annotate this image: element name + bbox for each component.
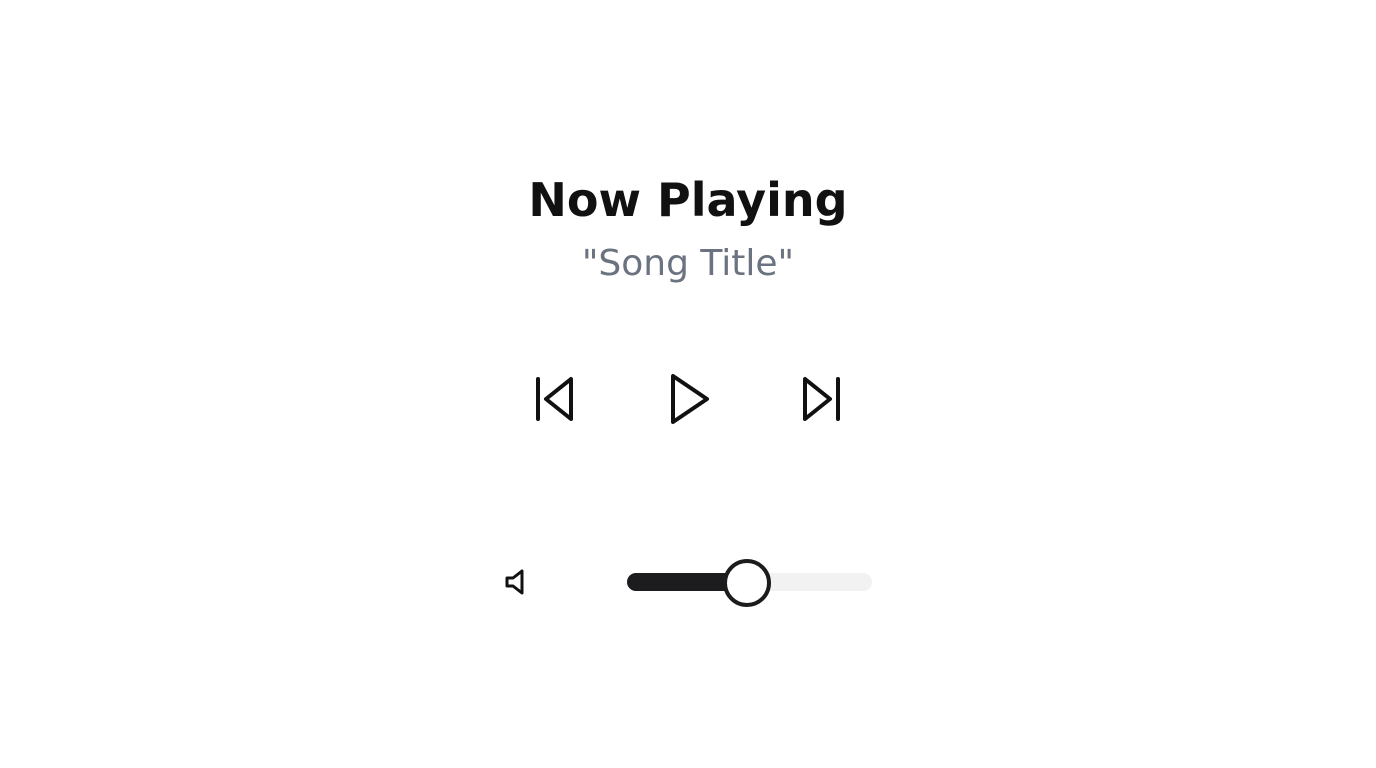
play-icon bbox=[671, 374, 709, 424]
volume-slider-thumb[interactable] bbox=[723, 559, 772, 607]
speaker-icon[interactable] bbox=[500, 566, 532, 598]
next-track-button[interactable] bbox=[795, 371, 851, 427]
skip-back-icon bbox=[536, 377, 573, 421]
skip-forward-icon bbox=[803, 377, 840, 421]
music-player: Now Playing "Song Title" bbox=[0, 0, 1376, 768]
play-button[interactable] bbox=[659, 371, 715, 427]
volume-slider[interactable] bbox=[627, 558, 872, 607]
song-title: "Song Title" bbox=[581, 243, 795, 284]
page-title: Now Playing bbox=[528, 173, 848, 227]
previous-track-button[interactable] bbox=[525, 371, 581, 427]
